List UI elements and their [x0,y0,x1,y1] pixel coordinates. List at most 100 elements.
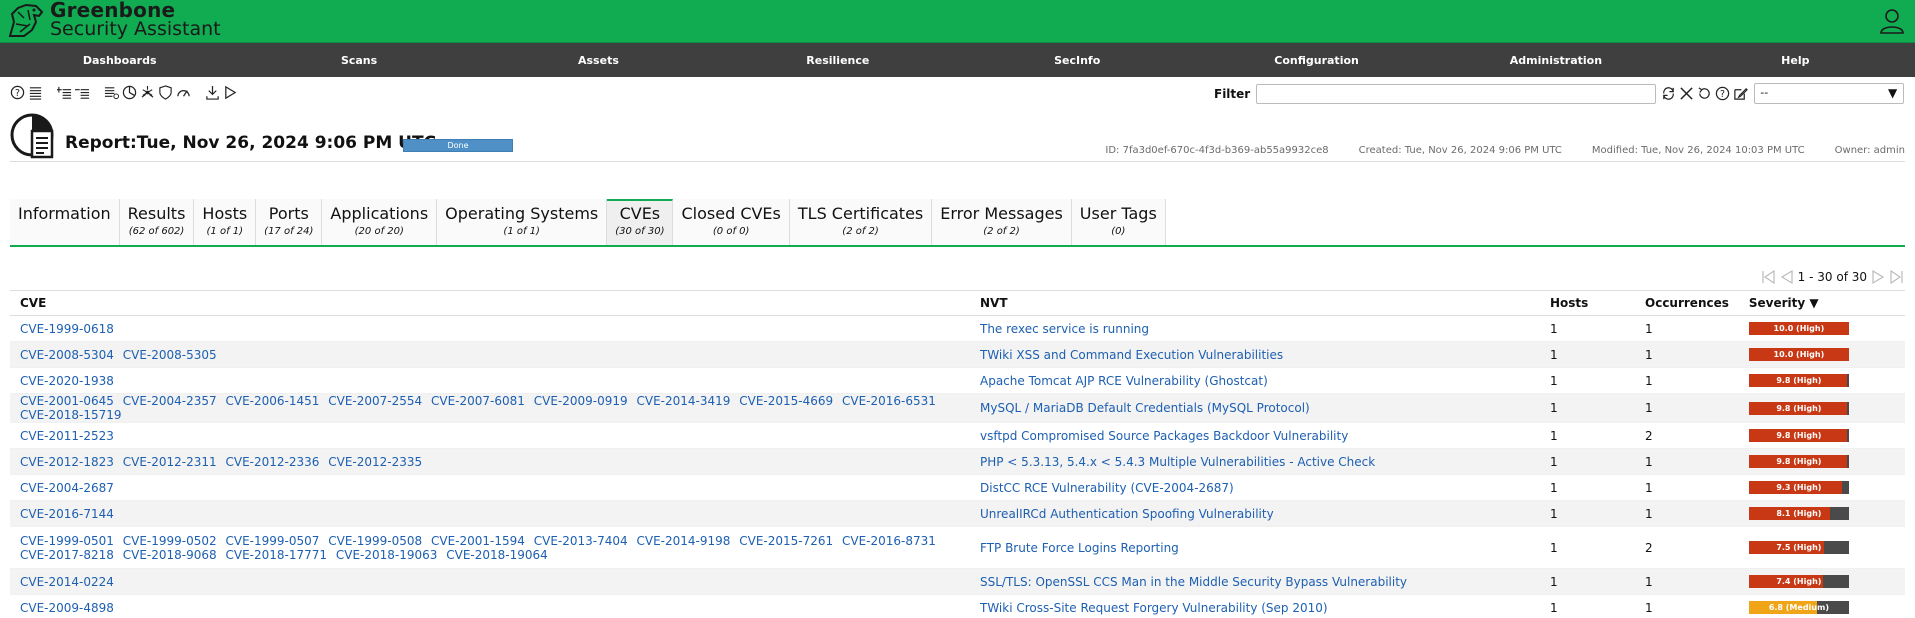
header-severity[interactable]: Severity ▼ [1738,290,1905,316]
cve-link[interactable]: CVE-2015-7261 [739,534,833,548]
nvt-link[interactable]: FTP Brute Force Logins Reporting [980,541,1179,555]
first-page-icon[interactable] [1760,269,1776,285]
cve-link[interactable]: CVE-2013-7404 [534,534,628,548]
nvt-link[interactable]: PHP < 5.3.13, 5.4.x < 5.4.3 Multiple Vul… [980,455,1375,469]
cve-link[interactable]: CVE-2012-1823 [20,455,114,469]
cve-link[interactable]: CVE-2018-17771 [226,548,328,562]
nav-administration[interactable]: Administration [1436,54,1675,67]
nav-secinfo[interactable]: SecInfo [958,54,1197,67]
nvt-link[interactable]: TWiki Cross-Site Request Forgery Vulnera… [980,601,1328,615]
tab-applications[interactable]: Applications (20 of 20) [322,199,438,245]
list-icon[interactable] [28,85,43,100]
cve-link[interactable]: CVE-2016-8731 [842,534,936,548]
nav-assets[interactable]: Assets [479,54,718,67]
next-page-icon[interactable] [1870,269,1886,285]
greenbone-logo-icon[interactable] [6,2,46,40]
cve-link[interactable]: CVE-1999-0618 [20,322,114,336]
task-list-icon[interactable] [104,85,119,100]
cve-link[interactable]: CVE-2001-1594 [431,534,525,548]
download-icon[interactable] [205,85,220,100]
nav-resilience[interactable]: Resilience [718,54,957,67]
tab-operating-systems[interactable]: Operating Systems (1 of 1) [437,199,608,245]
cve-link[interactable]: CVE-2007-6081 [431,394,525,408]
tab-information[interactable]: Information [10,199,120,245]
edit-filter-icon[interactable] [1733,86,1749,101]
cve-link[interactable]: CVE-2008-5305 [123,348,217,362]
help-icon[interactable]: ? [10,85,25,100]
nav-configuration[interactable]: Configuration [1197,54,1436,67]
cve-link[interactable]: CVE-2018-19063 [336,548,438,562]
cve-link[interactable]: CVE-1999-0502 [123,534,217,548]
header-nvt[interactable]: NVT [970,290,1540,316]
tab-user-tags[interactable]: User Tags (0) [1071,199,1166,245]
cve-link[interactable]: CVE-2017-8218 [20,548,114,562]
cve-link[interactable]: CVE-2006-1451 [226,394,320,408]
cve-link[interactable]: CVE-2014-9198 [637,534,731,548]
cve-link[interactable]: CVE-2014-0224 [20,575,114,589]
nvt-link[interactable]: vsftpd Compromised Source Packages Backd… [980,429,1348,443]
cve-link[interactable]: CVE-1999-0508 [328,534,422,548]
cve-link[interactable]: CVE-2015-4669 [739,394,833,408]
tab-label: Ports [268,204,309,223]
performance-icon[interactable] [176,85,191,100]
table-row: CVE-1999-0618 The rexec service is runni… [10,315,1905,342]
cve-link[interactable]: CVE-2018-15719 [20,408,122,422]
nav-help[interactable]: Help [1676,54,1915,67]
cve-link[interactable]: CVE-2018-9068 [123,548,217,562]
cve-link[interactable]: CVE-2004-2687 [20,481,114,495]
nvt-link[interactable]: UnrealIRCd Authentication Spoofing Vulne… [980,507,1274,521]
nvt-link[interactable]: TWiki XSS and Command Execution Vulnerab… [980,348,1283,362]
shield-icon[interactable] [158,85,173,100]
remove-from-assets-icon[interactable] [75,85,90,100]
add-to-assets-icon[interactable] [57,85,72,100]
filter-help-icon[interactable]: ? [1715,86,1730,101]
header-cve[interactable]: CVE [10,290,970,316]
tab-count: (2 of 2) [842,226,879,237]
delta-report-icon[interactable] [122,85,137,100]
tab-hosts[interactable]: Hosts (1 of 1) [194,199,257,245]
header-occurrences[interactable]: Occurrences [1635,290,1739,316]
saved-filter-select[interactable]: -- ▼ [1754,83,1905,104]
user-profile-icon[interactable] [1879,8,1905,34]
nvt-link[interactable]: Apache Tomcat AJP RCE Vulnerability (Gho… [980,374,1268,388]
cve-link[interactable]: CVE-2016-6531 [842,394,936,408]
cve-link[interactable]: CVE-2016-7144 [20,507,114,521]
nav-scans[interactable]: Scans [239,54,478,67]
tab-closed-cves[interactable]: Closed CVEs (0 of 0) [673,199,790,245]
header-hosts[interactable]: Hosts [1540,290,1635,316]
cve-link[interactable]: CVE-2009-4898 [20,601,114,615]
last-page-icon[interactable] [1889,269,1905,285]
start-icon[interactable] [223,85,238,100]
cve-link[interactable]: CVE-1999-0501 [20,534,114,548]
cve-link[interactable]: CVE-2009-0919 [534,394,628,408]
nvt-link[interactable]: The rexec service is running [980,322,1149,336]
reset-filter-icon[interactable] [1697,86,1712,101]
cve-link[interactable]: CVE-2012-2336 [226,455,320,469]
previous-page-icon[interactable] [1779,269,1795,285]
tab-label: TLS Certificates [797,204,924,223]
cve-link[interactable]: CVE-2001-0645 [20,394,114,408]
tab-results[interactable]: Results (62 of 602) [119,199,195,245]
cve-link[interactable]: CVE-2004-2357 [123,394,217,408]
tab-cves[interactable]: CVEs (30 of 30) [607,199,674,245]
biohazard-icon[interactable] [140,85,155,100]
cve-link[interactable]: CVE-1999-0507 [226,534,320,548]
tab-error-messages[interactable]: Error Messages (2 of 2) [932,199,1072,245]
cve-link[interactable]: CVE-2020-1938 [20,374,114,388]
cve-link[interactable]: CVE-2012-2311 [123,455,217,469]
remove-filter-icon[interactable] [1679,86,1694,101]
cve-link[interactable]: CVE-2007-2554 [328,394,422,408]
tab-ports[interactable]: Ports (17 of 24) [256,199,323,245]
refresh-filter-icon[interactable] [1661,86,1676,101]
cve-link[interactable]: CVE-2018-19064 [446,548,548,562]
cve-link[interactable]: CVE-2008-5304 [20,348,114,362]
tab-tls-certificates[interactable]: TLS Certificates (2 of 2) [789,199,933,245]
nvt-link[interactable]: SSL/TLS: OpenSSL CCS Man in the Middle S… [980,575,1407,589]
nvt-link[interactable]: DistCC RCE Vulnerability (CVE-2004-2687) [980,481,1234,495]
nvt-link[interactable]: MySQL / MariaDB Default Credentials (MyS… [980,401,1310,415]
filter-input[interactable] [1256,83,1657,104]
cve-link[interactable]: CVE-2014-3419 [637,394,731,408]
nav-dashboards[interactable]: Dashboards [0,54,239,67]
cve-link[interactable]: CVE-2012-2335 [328,455,422,469]
cve-link[interactable]: CVE-2011-2523 [20,429,114,443]
